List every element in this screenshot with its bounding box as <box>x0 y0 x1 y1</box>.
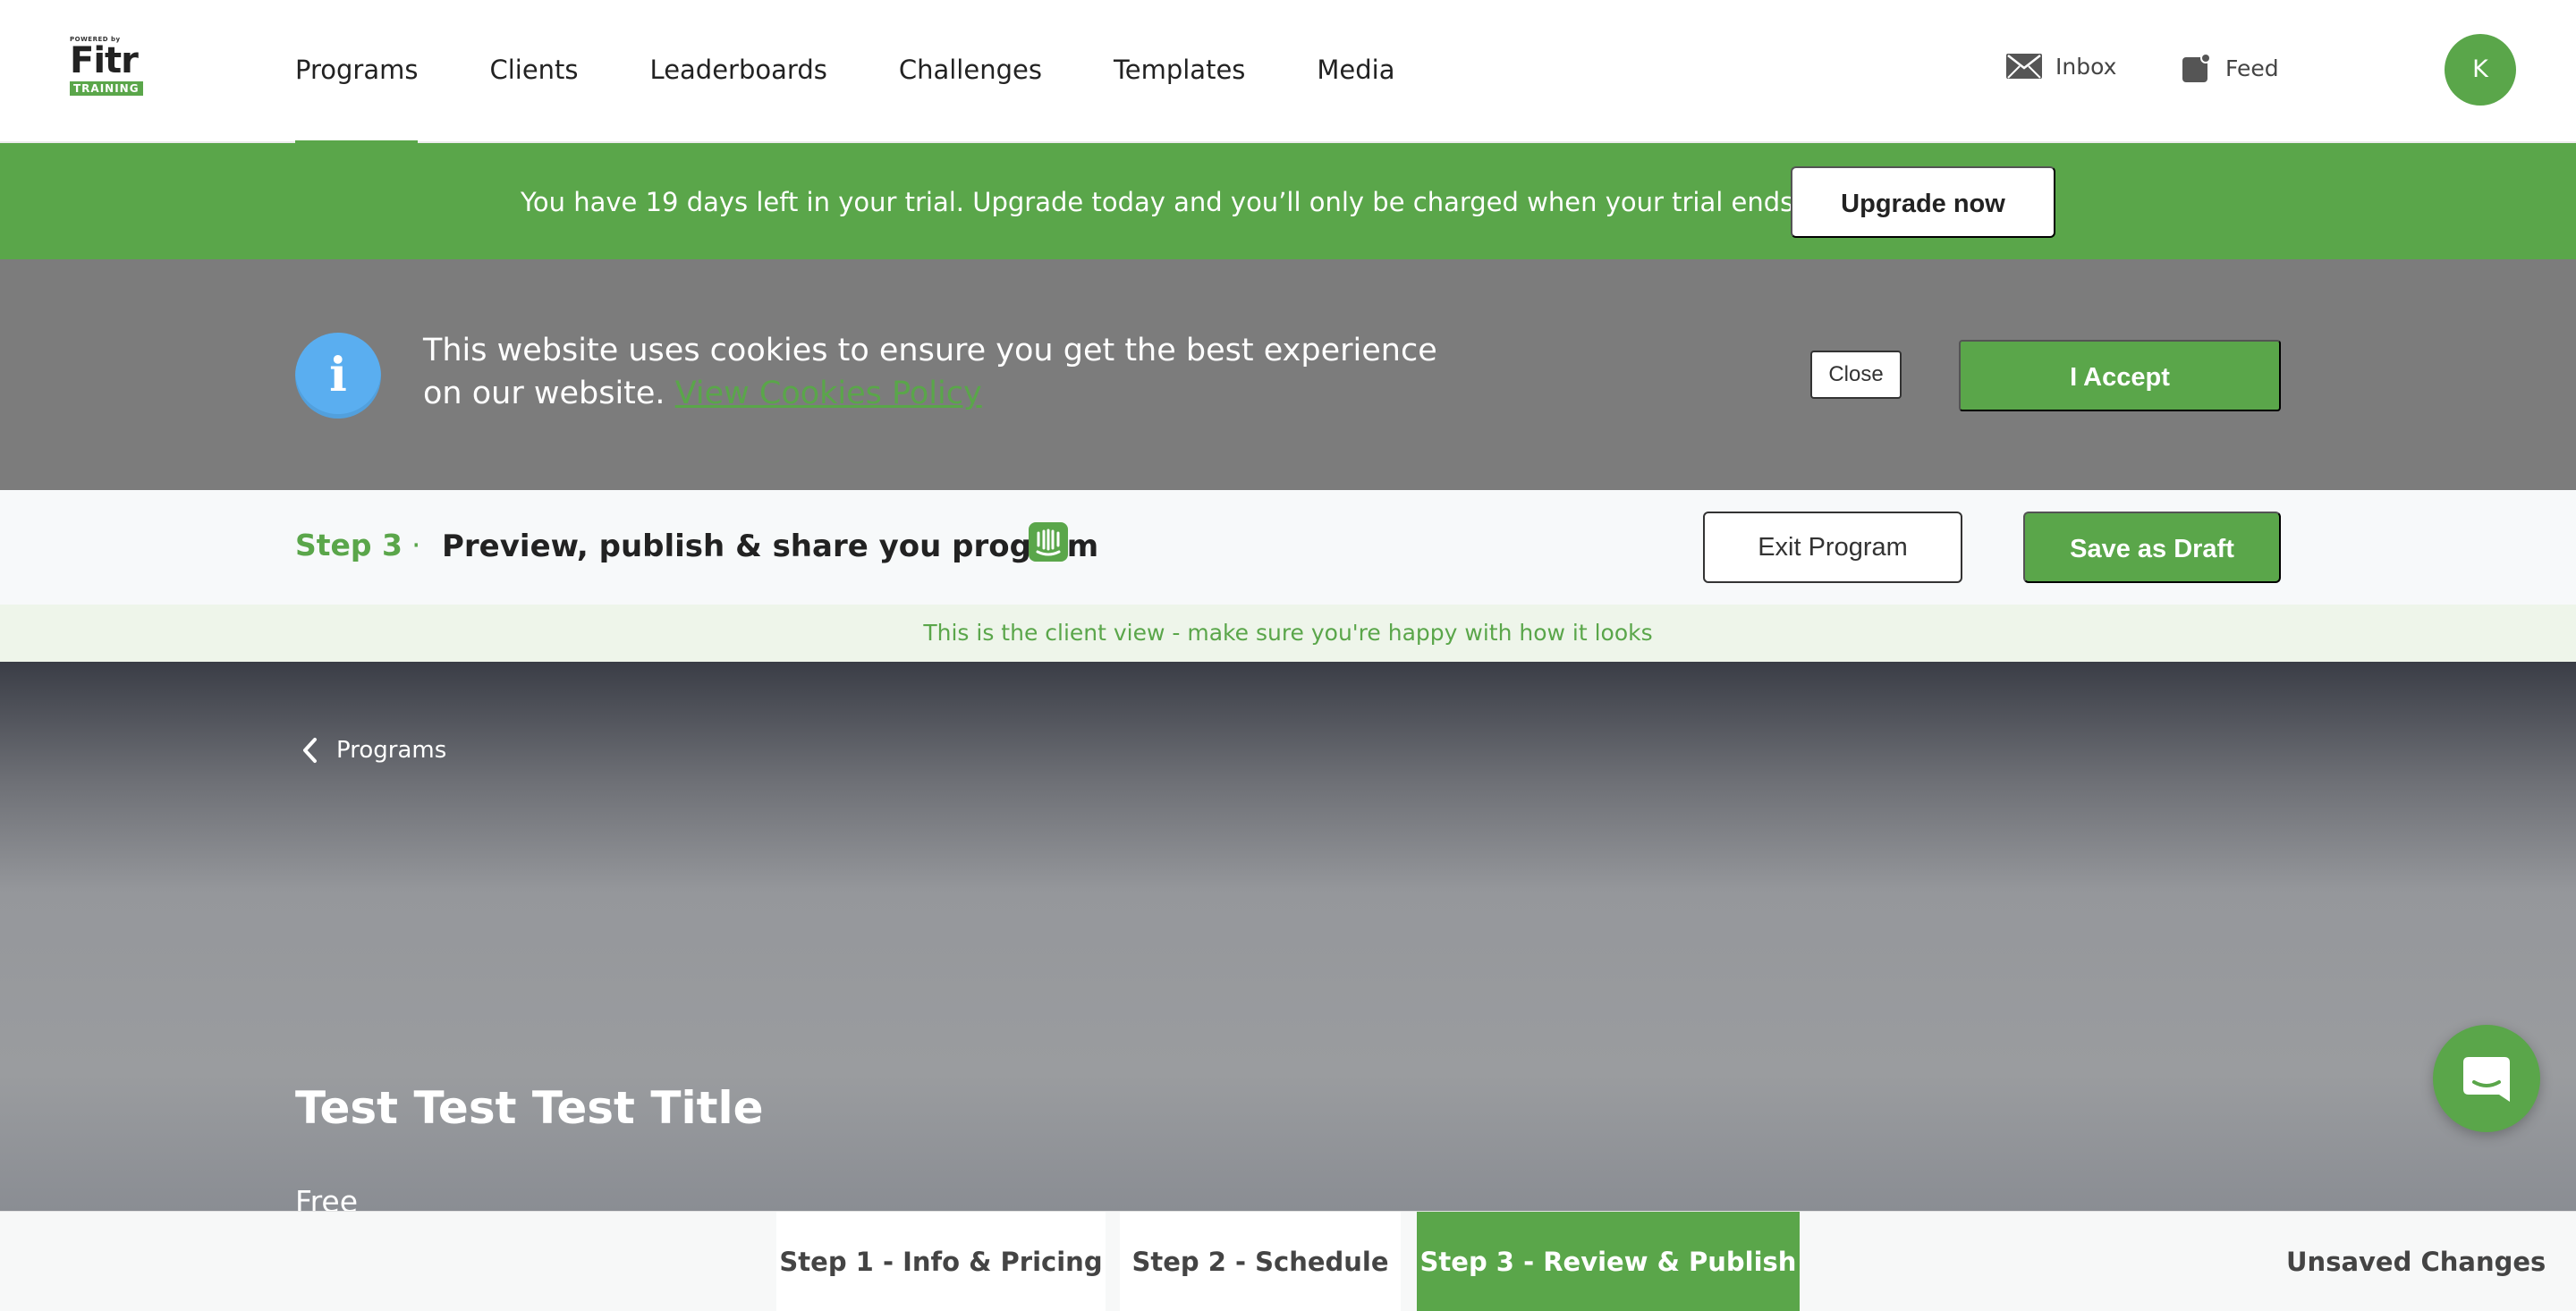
step-separator: · <box>411 528 421 562</box>
program-hero: Programs Test Test Test Title Free <box>0 662 2576 1219</box>
cookie-close-button[interactable]: Close <box>1810 351 1902 399</box>
cookie-accept-button[interactable]: I Accept <box>1959 340 2281 411</box>
chat-launcher-button[interactable] <box>2433 1025 2540 1132</box>
logo-training-tag: TRAINING <box>70 81 143 96</box>
main-nav: Programs Clients Leaderboards Challenges… <box>295 0 1467 145</box>
save-draft-button[interactable]: Save as Draft <box>2023 512 2281 583</box>
program-title: Test Test Test Title <box>295 1082 764 1134</box>
client-view-note: This is the client view - make sure you'… <box>0 605 2576 662</box>
inbox-label: Inbox <box>2055 53 2117 80</box>
upgrade-now-button[interactable]: Upgrade now <box>1791 166 2055 238</box>
feed-icon <box>2182 53 2211 82</box>
tab-step-3[interactable]: Step 3 - Review & Publish <box>1417 1212 1800 1311</box>
trial-banner: You have 19 days left in your trial. Upg… <box>0 143 2576 259</box>
step-title: Preview, publish & share you program <box>442 529 1099 564</box>
nav-programs[interactable]: Programs <box>295 0 419 145</box>
user-avatar[interactable]: K <box>2445 34 2516 106</box>
trial-message: You have 19 days left in your trial. Upg… <box>521 187 1802 217</box>
intercom-icon[interactable] <box>1029 522 1068 562</box>
fitr-logo[interactable]: POWERED by Fitr TRAINING <box>70 36 147 98</box>
feed-label: Feed <box>2225 55 2279 81</box>
feed-link[interactable]: Feed <box>2181 52 2279 84</box>
envelope-icon <box>2006 54 2042 79</box>
nav-clients[interactable]: Clients <box>489 0 578 143</box>
nav-templates[interactable]: Templates <box>1114 0 1245 143</box>
wizard-step-bar: Step 1 - Info & Pricing Step 2 - Schedul… <box>0 1211 2576 1311</box>
logo-word: Fitr <box>70 40 139 81</box>
back-label: Programs <box>336 737 447 764</box>
top-navigation: POWERED by Fitr TRAINING Programs Client… <box>0 0 2576 145</box>
nav-media[interactable]: Media <box>1317 0 1394 143</box>
cookie-banner: i This website uses cookies to ensure yo… <box>0 259 2576 490</box>
step-header: Step 3 · Preview, publish & share you pr… <box>0 490 2576 605</box>
cookie-message: This website uses cookies to ensure you … <box>423 329 1452 415</box>
save-status: Unsaved Changes <box>2286 1247 2546 1277</box>
cookie-policy-link[interactable]: View Cookies Policy <box>675 376 982 411</box>
nav-challenges[interactable]: Challenges <box>899 0 1042 143</box>
chevron-left-icon <box>303 738 317 763</box>
chat-icon <box>2463 1057 2510 1102</box>
info-icon: i <box>295 333 381 419</box>
exit-program-button[interactable]: Exit Program <box>1703 512 1962 583</box>
back-to-programs-link[interactable]: Programs <box>301 737 446 764</box>
nav-leaderboards[interactable]: Leaderboards <box>650 0 827 143</box>
step-number: Step 3 <box>295 528 402 562</box>
inbox-link[interactable]: Inbox <box>2005 52 2116 80</box>
tab-step-1[interactable]: Step 1 - Info & Pricing <box>776 1212 1106 1311</box>
tab-step-2[interactable]: Step 2 - Schedule <box>1120 1212 1401 1311</box>
